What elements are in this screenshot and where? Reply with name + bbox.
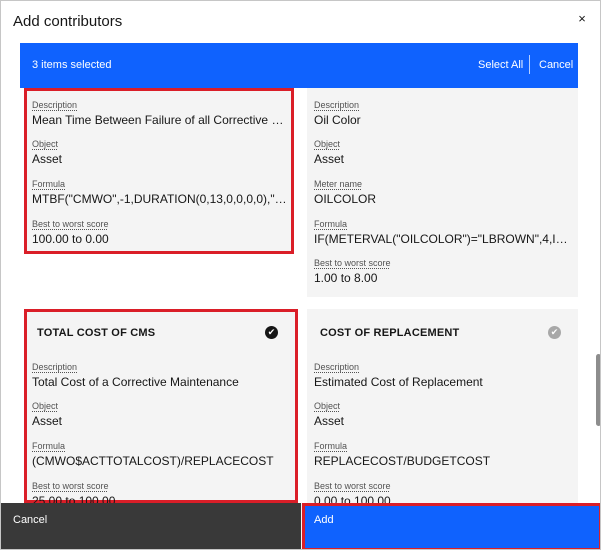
contributor-tile-mtbf[interactable]: Description Mean Time Between Failure of… <box>24 88 294 254</box>
field-value-description: Estimated Cost of Replacement <box>314 375 483 389</box>
field-label-description: Description <box>314 362 360 372</box>
field-value-formula: (CMWO$ACTTOTALCOST)/REPLACECOST <box>32 454 274 468</box>
field-label-description: Description <box>32 362 78 372</box>
field-label-object: Object <box>314 401 341 411</box>
tile-title: TOTAL COST OF CMS <box>37 327 156 339</box>
field-value-object: Asset <box>314 152 345 166</box>
field-value-meter-name: OILCOLOR <box>314 192 377 206</box>
field-value-formula: MTBF("CMWO",-1,DURATION(0,13,0,0,0,0),"r… <box>32 192 287 206</box>
checkmark-icon[interactable]: ✔ <box>265 326 278 339</box>
field-label-object: Object <box>32 401 59 411</box>
contributor-tile-total-cost-of-cms[interactable]: TOTAL COST OF CMS ✔ Description Total Co… <box>24 309 298 503</box>
checkmark-icon[interactable]: ✔ <box>548 326 561 339</box>
add-contributors-modal: Add contributors × 3 items selected Sele… <box>0 0 601 550</box>
field-label-description: Description <box>314 100 360 110</box>
select-all-button[interactable]: Select All <box>478 59 523 71</box>
field-label-formula: Formula <box>32 441 66 451</box>
selection-bar-divider <box>529 55 530 74</box>
modal-content: 3 items selected Select All Cancel Descr… <box>1 43 600 503</box>
field-value-score: 1.00 to 8.00 <box>314 271 378 285</box>
scrollbar-thumb[interactable] <box>596 354 600 426</box>
tile-title: COST OF REPLACEMENT <box>320 327 460 339</box>
field-value-score: 25.00 to 100.00 <box>32 494 116 503</box>
field-value-formula: IF(METERVAL("OILCOLOR")="LBROWN",4,IF(ME… <box>314 232 572 246</box>
contributor-tile-cost-of-replacement[interactable]: COST OF REPLACEMENT ✔ Description Estima… <box>307 309 578 503</box>
contributor-tile-oil-color[interactable]: Description Oil Color Object Asset Meter… <box>307 88 578 297</box>
field-value-description: Mean Time Between Failure of all Correct… <box>32 113 287 127</box>
field-label-description: Description <box>32 100 78 110</box>
cancel-button[interactable]: Cancel <box>1 503 301 549</box>
field-label-score: Best to worst score <box>32 219 109 229</box>
field-label-score: Best to worst score <box>314 258 391 268</box>
modal-footer: Cancel Add <box>1 503 600 549</box>
modal-title: Add contributors <box>13 13 123 30</box>
scrollbar-track[interactable] <box>594 43 600 503</box>
field-value-score: 0.00 to 100.00 <box>314 494 391 503</box>
selection-bar: 3 items selected Select All Cancel <box>20 43 578 88</box>
field-value-score: 100.00 to 0.00 <box>32 232 109 246</box>
selection-cancel-button[interactable]: Cancel <box>539 59 573 71</box>
modal-header: Add contributors × <box>1 1 600 43</box>
close-icon[interactable]: × <box>572 10 592 30</box>
field-label-score: Best to worst score <box>314 481 391 491</box>
field-label-object: Object <box>32 139 59 149</box>
field-value-object: Asset <box>32 152 63 166</box>
field-value-formula: REPLACECOST/BUDGETCOST <box>314 454 491 468</box>
field-value-description: Oil Color <box>314 113 361 127</box>
field-label-formula: Formula <box>314 441 348 451</box>
add-button[interactable]: Add <box>302 503 600 549</box>
field-value-object: Asset <box>32 414 63 428</box>
field-value-description: Total Cost of a Corrective Maintenance <box>32 375 239 389</box>
selected-count: 3 items selected <box>32 59 112 71</box>
field-label-object: Object <box>314 139 341 149</box>
field-label-meter-name: Meter name <box>314 179 363 189</box>
field-value-object: Asset <box>314 414 345 428</box>
field-label-formula: Formula <box>314 219 348 229</box>
field-label-formula: Formula <box>32 179 66 189</box>
field-label-score: Best to worst score <box>32 481 109 491</box>
